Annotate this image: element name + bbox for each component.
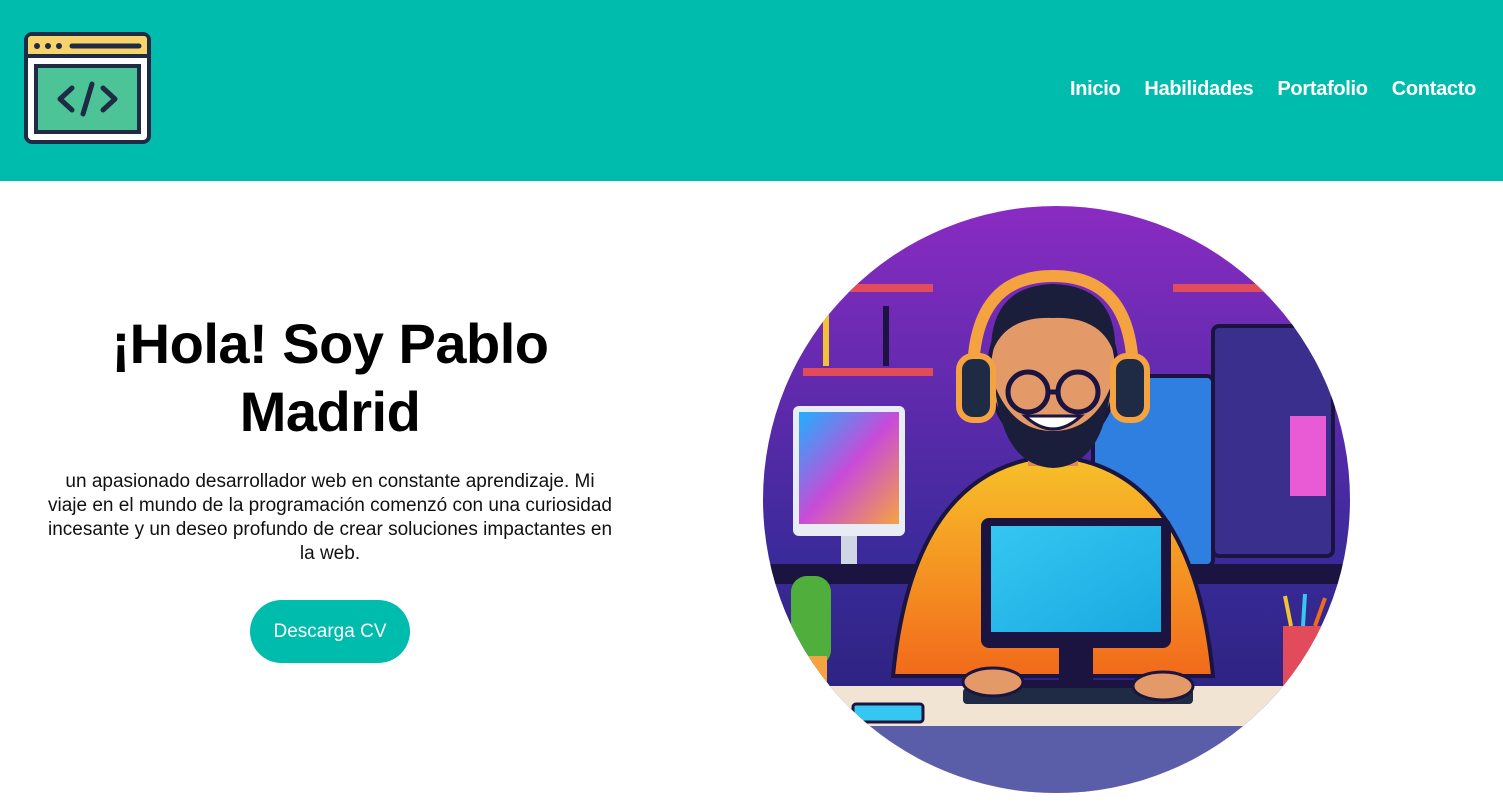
nav-link-habilidades[interactable]: Habilidades: [1144, 78, 1253, 101]
hero-title-line-2: Madrid: [239, 380, 421, 443]
hero-title: ¡Hola! Soy Pablo Madrid: [40, 310, 620, 446]
nav-link-inicio[interactable]: Inicio: [1070, 78, 1121, 101]
site-header: Inicio Habilidades Portafolio Contacto: [0, 0, 1503, 181]
code-window-icon[interactable]: [24, 32, 151, 144]
hero-description: un apasionado desarrollador web en const…: [47, 471, 613, 564]
nav-link-contacto[interactable]: Contacto: [1392, 78, 1477, 101]
developer-at-computer-illustration: [763, 206, 1350, 793]
developer-illustration: [763, 206, 1350, 793]
main-nav: Inicio Habilidades Portafolio Contacto: [1070, 78, 1476, 101]
nav-link-portafolio[interactable]: Portafolio: [1277, 78, 1368, 101]
hero-title-line-1: ¡Hola! Soy Pablo: [111, 312, 549, 375]
hero-intro: ¡Hola! Soy Pablo Madrid un apasionado de…: [40, 310, 620, 663]
download-cv-button[interactable]: Descarga CV: [250, 600, 410, 663]
